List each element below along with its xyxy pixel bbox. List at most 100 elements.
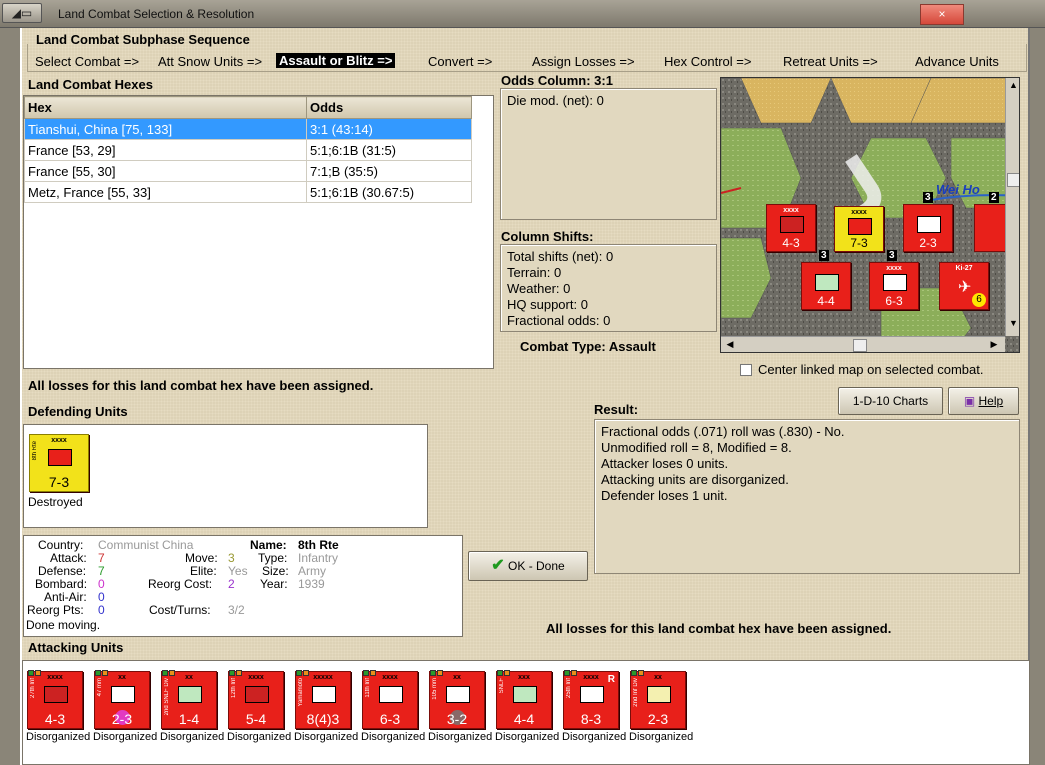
- checkmark-icon: ✔: [491, 557, 505, 574]
- attacker-counter[interactable]: xx 105 mm 3-2: [429, 670, 485, 729]
- attacker-counter[interactable]: xx 2nd Inf Div 2-3: [630, 670, 686, 729]
- unit-size: xxxx: [47, 674, 63, 681]
- result-line: Attacker loses 0 units.: [601, 456, 729, 471]
- stack-count: 3: [887, 250, 897, 261]
- unit-type-icon: [245, 686, 269, 703]
- unit-type-icon: [44, 686, 68, 703]
- scroll-thumb[interactable]: [853, 339, 867, 352]
- shift-terrain: Terrain: 0: [507, 265, 562, 280]
- river-label: Wei Ho: [936, 182, 980, 197]
- reorg-value: 0: [98, 603, 105, 617]
- odds-cell: 7:1;B (35:5): [306, 160, 472, 182]
- unit-strength: 6-3: [379, 711, 401, 727]
- charts-button[interactable]: 1-D-10 Charts: [838, 387, 943, 415]
- stack-count: 3: [923, 192, 933, 203]
- r-badge: R: [607, 674, 615, 685]
- map-counter[interactable]: xxxx 4-3: [766, 204, 816, 252]
- scroll-thumb[interactable]: [1007, 173, 1019, 187]
- attacker-counter[interactable]: xxxxx Yamamoto 8(4)3: [295, 670, 351, 729]
- scroll-right-icon[interactable]: ▶: [987, 339, 1001, 352]
- shift-weather: Weather: 0: [507, 281, 571, 296]
- table-row[interactable]: Tianshui, China [75, 133] 3:1 (43:14): [24, 118, 472, 140]
- unit-type-icon: [312, 686, 336, 703]
- title-bar: ◢▭ Land Combat Selection & Resolution ×: [0, 0, 1045, 28]
- map-vscrollbar[interactable]: ▲ ▼: [1005, 78, 1019, 336]
- sequence-title: Land Combat Subphase Sequence: [36, 32, 250, 47]
- shift-total: Total shifts (net): 0: [507, 249, 614, 264]
- table-row[interactable]: France [53, 29] 5:1;6:1B (31:5): [24, 139, 472, 161]
- defender-counter[interactable]: xxxx 8th Rte 7-3: [29, 434, 89, 492]
- unit-type-icon: [647, 686, 671, 703]
- seq-att-snow: Att Snow Units =>: [158, 54, 263, 69]
- attacker-status: Disorganized: [294, 731, 359, 743]
- defender-status: Destroyed: [28, 495, 83, 509]
- map-counter[interactable]: 2-3: [903, 204, 953, 252]
- attacker-status: Disorganized: [93, 731, 158, 743]
- seq-select-combat: Select Combat =>: [35, 54, 140, 69]
- unit-name: 25th Inf: [566, 678, 572, 699]
- unit-name: 27th Inf: [30, 678, 36, 699]
- col-odds[interactable]: Odds: [306, 96, 472, 119]
- hex-cell: Tianshui, China [75, 133]: [24, 118, 307, 140]
- result-line: Attacking units are disorganized.: [601, 472, 789, 487]
- unit-type-icon: [379, 686, 403, 703]
- unit-name: 11th Inf: [365, 678, 371, 698]
- shift-fractional: Fractional odds: 0: [507, 313, 611, 328]
- attacker-status: Disorganized: [629, 731, 694, 743]
- seq-assign-losses: Assign Losses =>: [532, 54, 635, 69]
- table-row[interactable]: Metz, France [55, 33] 5:1;6:1B (30.67:5): [24, 181, 472, 203]
- unit-type-icon: [111, 686, 135, 703]
- ok-done-button[interactable]: ✔ OK - Done: [468, 551, 588, 581]
- unit-name: 12th Inf: [231, 678, 237, 699]
- unit-type-icon: [178, 686, 202, 703]
- col-hex[interactable]: Hex: [24, 96, 307, 119]
- infantry-icon: [780, 216, 804, 233]
- unit-type-icon: [446, 686, 470, 703]
- stack-count: 3: [819, 250, 829, 261]
- map-counter-aircraft[interactable]: Ki-27 ✈ 6: [939, 262, 989, 310]
- attacker-status: Disorganized: [495, 731, 560, 743]
- country-value: Communist China: [98, 538, 194, 552]
- attacker-counter[interactable]: xxxx 25th Inf 8-3 R: [563, 670, 619, 729]
- losses-message-top: All losses for this land combat hex have…: [28, 378, 374, 393]
- unit-name: 47 mm: [97, 678, 103, 697]
- attacker-counter[interactable]: xxxx 12th Inf 5-4: [228, 670, 284, 729]
- map-counter-defender[interactable]: xxxx 7-3: [834, 206, 884, 252]
- map-counter[interactable]: 4-4: [801, 262, 851, 310]
- unit-size: xx: [118, 674, 126, 681]
- map-counter[interactable]: xxxx 6-3: [869, 262, 919, 310]
- table-row[interactable]: France [55, 30] 7:1;B (35:5): [24, 160, 472, 182]
- done-moving: Done moving.: [26, 618, 101, 632]
- hexes-title: Land Combat Hexes: [28, 77, 153, 92]
- linked-map[interactable]: Wei Ho xxxx 4-3 xxxx 7-3 2-3 3 2 4-4 3 x…: [720, 77, 1020, 353]
- marine-icon: [815, 274, 839, 291]
- map-hscrollbar[interactable]: ◀ ▶: [721, 336, 1005, 352]
- attacker-status: Disorganized: [562, 731, 627, 743]
- center-map-checkbox[interactable]: [740, 364, 752, 376]
- attacking-title: Attacking Units: [28, 640, 124, 655]
- attacker-counter[interactable]: xxx SNLF 4-4: [496, 670, 552, 729]
- attacker-counter[interactable]: xxxx 27th Inf 4-3: [27, 670, 83, 729]
- help-button[interactable]: ▣ Help: [948, 387, 1019, 415]
- attacker-counter[interactable]: xxxx 11th Inf 6-3: [362, 670, 418, 729]
- unit-size: xxxx: [248, 674, 264, 681]
- attacker-counter[interactable]: xx 2nd SNLF Div 1-4: [161, 670, 217, 729]
- attacker-counter[interactable]: xx 47 mm 2-3: [94, 670, 150, 729]
- scroll-up-icon[interactable]: ▲: [1007, 80, 1019, 93]
- scroll-left-icon[interactable]: ◀: [723, 339, 737, 352]
- odds-box: Die mod. (net): 0: [500, 88, 717, 220]
- year-value: 1939: [298, 577, 325, 591]
- unit-strength: 2-3: [111, 711, 133, 727]
- scroll-down-icon[interactable]: ▼: [1007, 318, 1019, 331]
- odds-cell: 5:1;6:1B (30.67:5): [306, 181, 472, 203]
- seq-hex-control: Hex Control =>: [664, 54, 752, 69]
- close-button[interactable]: ×: [920, 4, 964, 25]
- system-menu-button[interactable]: ◢▭: [2, 3, 42, 23]
- infantry-icon: [48, 449, 72, 466]
- stack-count: 2: [989, 192, 999, 203]
- unit-strength: 5-4: [245, 711, 267, 727]
- unit-type-icon: [513, 686, 537, 703]
- reorgcost-value: 2: [228, 577, 235, 591]
- unit-strength: 2-3: [647, 711, 669, 727]
- hex-cell: Metz, France [55, 33]: [24, 181, 307, 203]
